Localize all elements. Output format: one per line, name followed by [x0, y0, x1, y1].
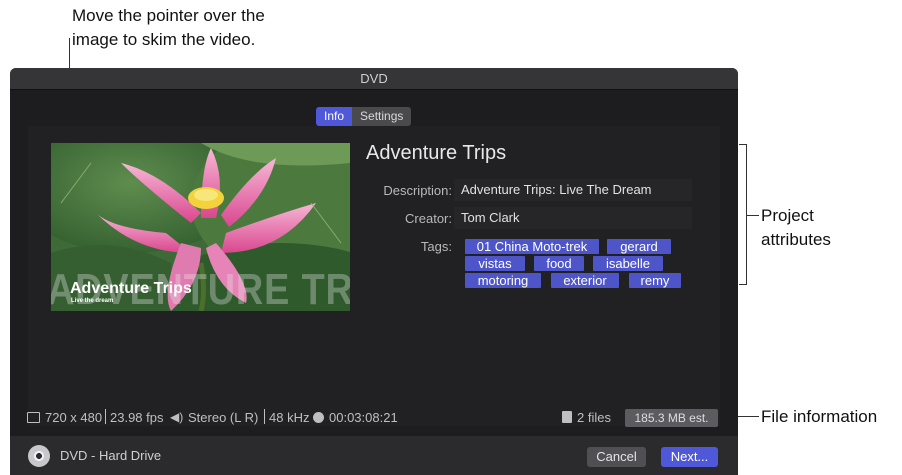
- file-count-text: 2 files: [577, 410, 611, 425]
- window-title: DVD: [10, 68, 738, 90]
- tags-label: Tags:: [420, 239, 452, 254]
- tab-info[interactable]: Info: [316, 107, 353, 126]
- speaker-icon: ◀︎): [170, 410, 184, 424]
- skim-callout-line2: image to skim the video.: [72, 30, 256, 49]
- attributes-callout-line2: attributes: [761, 230, 831, 249]
- tab-settings[interactable]: Settings: [352, 107, 412, 126]
- tag-token[interactable]: motoring: [465, 273, 541, 288]
- file-info-bar: 720 x 480 23.98 fps ◀︎) Stereo (L R) 48 …: [10, 404, 738, 432]
- description-field[interactable]: Adventure Trips: Live The Dream: [454, 179, 692, 201]
- duration-text: 00:03:08:21: [329, 410, 398, 425]
- next-button[interactable]: Next...: [661, 447, 718, 467]
- dvd-disc-icon: [28, 445, 50, 467]
- creator-field[interactable]: Tom Clark: [454, 207, 692, 229]
- tag-token[interactable]: exterior: [551, 273, 619, 288]
- attributes-callout: Project attributes: [761, 204, 901, 252]
- attributes-callout-line1: Project: [761, 206, 814, 225]
- footer-bar: DVD - Hard Drive Cancel Next...: [10, 436, 738, 475]
- tag-token[interactable]: remy: [629, 273, 681, 288]
- size-estimate-badge: 185.3 MB est.: [625, 409, 718, 427]
- clock-icon: [313, 412, 324, 423]
- sample-rate-text: 48 kHz: [269, 410, 310, 425]
- tag-token[interactable]: gerard: [607, 239, 671, 254]
- tag-token[interactable]: 01 China Moto-trek: [465, 239, 599, 254]
- video-preview-thumbnail[interactable]: ADVENTURE TRIPS Adventure Trips Live the…: [51, 143, 350, 311]
- skim-callout-line1: Move the pointer over the: [72, 6, 265, 25]
- tag-token[interactable]: vistas: [465, 256, 525, 271]
- frame-rate-text: 23.98 fps: [110, 410, 164, 425]
- project-name: Adventure Trips: [366, 142, 507, 164]
- info-divider: [105, 409, 106, 424]
- info-settings-tabs: Info Settings: [316, 107, 412, 126]
- destination-label: DVD - Hard Drive: [60, 448, 162, 463]
- creator-label: Creator:: [405, 211, 452, 226]
- files-icon: [562, 411, 572, 423]
- description-label: Description:: [383, 183, 452, 198]
- preview-title-text: Adventure Trips: [70, 280, 192, 297]
- resolution-text: 720 x 480: [45, 410, 103, 425]
- preview-subtitle-text: Live the dream: [71, 298, 114, 304]
- cancel-button[interactable]: Cancel: [587, 447, 646, 467]
- tag-token[interactable]: food: [534, 256, 584, 271]
- file-info-callout: File information: [761, 407, 878, 426]
- frame-size-icon: [27, 412, 40, 423]
- skim-callout: Move the pointer over the image to skim …: [72, 4, 332, 52]
- attributes-bracket: [739, 144, 747, 285]
- tags-field[interactable]: 01 China Moto-trek gerard vistas food is…: [456, 236, 692, 288]
- dvd-share-window: DVD Info Settings ADVENTURE TR Adventure…: [10, 68, 738, 475]
- audio-channels-text: Stereo (L R): [188, 410, 259, 425]
- tag-token[interactable]: isabelle: [593, 256, 663, 271]
- info-divider: [264, 409, 265, 424]
- attributes-leader-line: [747, 215, 759, 216]
